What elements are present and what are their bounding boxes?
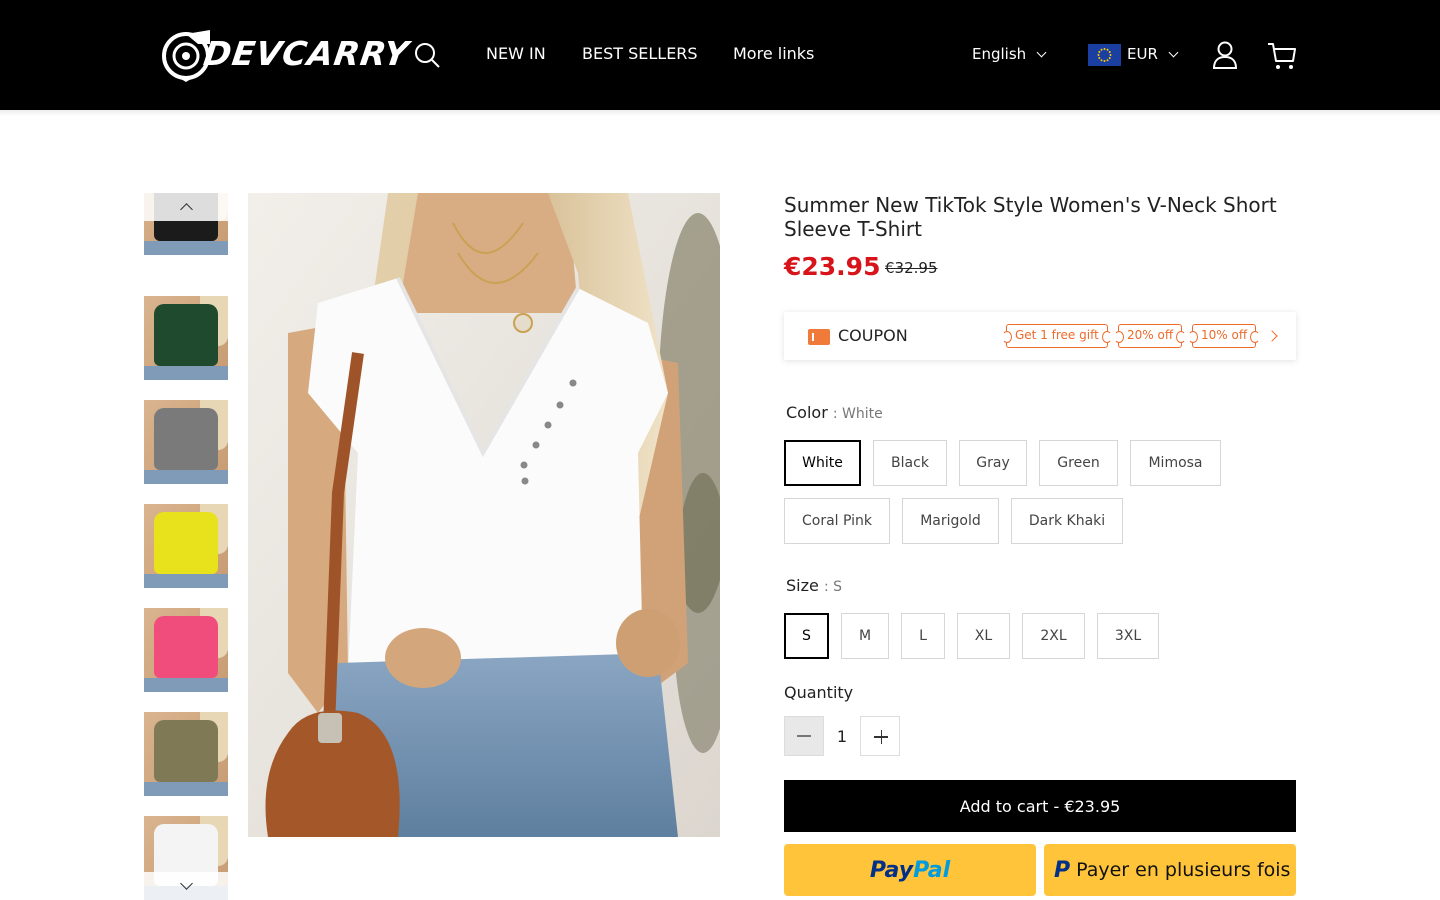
coupon-label: COUPON [838, 326, 908, 345]
quantity-label: Quantity [784, 683, 854, 702]
coupon-tag[interactable]: 10% off [1187, 324, 1261, 348]
quantity-decrease-button[interactable] [784, 716, 824, 756]
product-title: Summer New TikTok Style Women's V-Neck S… [784, 193, 1277, 241]
user-icon[interactable] [1212, 41, 1238, 69]
thumbnail-up-button[interactable] [144, 193, 228, 221]
chevron-down-icon [1168, 47, 1179, 58]
paypal-paylater-button[interactable]: P Payer en plusieurs fois [1044, 844, 1296, 896]
color-option-coral-pink[interactable]: Coral Pink [784, 498, 890, 544]
coupon-icon [808, 329, 830, 345]
size-option-s[interactable]: S [784, 613, 829, 659]
size-option-2xl[interactable]: 2XL [1022, 613, 1085, 659]
size-option-label: Size : S [786, 576, 842, 595]
product-old-price: €32.95 [885, 259, 938, 277]
color-option-mimosa[interactable]: Mimosa [1130, 440, 1221, 486]
color-option-black[interactable]: Black [873, 440, 947, 486]
language-selector[interactable]: English [972, 45, 1047, 63]
minus-icon [797, 735, 811, 737]
thumbnail-down-button[interactable] [144, 872, 228, 900]
color-label: Color [786, 403, 828, 422]
quantity-increase-button[interactable] [860, 716, 900, 756]
chevron-right-icon[interactable] [1266, 330, 1278, 342]
language-label: English [972, 45, 1027, 63]
currency-selector[interactable]: EUR [1127, 45, 1179, 63]
eu-flag-icon [1088, 44, 1121, 66]
size-selected-value: : S [823, 579, 842, 595]
search-icon[interactable] [414, 42, 440, 68]
header-shadow [0, 110, 1440, 116]
nav-best-sellers[interactable]: BEST SELLERS [582, 44, 698, 63]
chevron-up-icon [179, 203, 193, 216]
cart-icon[interactable] [1267, 42, 1297, 70]
product-price: €23.95 [784, 252, 881, 281]
coupon-tag[interactable]: Get 1 free gift [1002, 324, 1112, 348]
size-label: Size [786, 576, 819, 595]
chevron-down-icon [179, 877, 193, 890]
logo-text: DEVCARRY [201, 34, 412, 73]
color-selected-value: : White [832, 406, 883, 422]
product-thumbnail[interactable] [144, 504, 228, 588]
quantity-input[interactable]: 1 [826, 716, 858, 756]
product-thumbnail[interactable] [144, 608, 228, 692]
color-option-dark-khaki[interactable]: Dark Khaki [1011, 498, 1123, 544]
product-thumbnail[interactable] [144, 712, 228, 796]
thumbnail-list[interactable] [144, 193, 228, 900]
add-to-cart-button[interactable]: Add to cart - €23.95 [784, 780, 1296, 832]
chevron-down-icon [1036, 47, 1047, 58]
color-option-green[interactable]: Green [1039, 440, 1118, 486]
color-option-marigold[interactable]: Marigold [902, 498, 999, 544]
size-option-xl[interactable]: XL [957, 613, 1010, 659]
site-header: DEVCARRY NEW IN BEST SELLERS More links … [0, 0, 1440, 110]
paypal-button[interactable]: Pay Pal [784, 844, 1036, 896]
devcarry-logo[interactable]: DEVCARRY [158, 20, 412, 86]
product-thumbnail[interactable] [144, 400, 228, 484]
paypal-p-icon: P [1054, 857, 1071, 883]
coupon-tag[interactable]: 20% off [1113, 324, 1187, 348]
product-photo [248, 193, 720, 837]
nav-new-in[interactable]: NEW IN [486, 44, 546, 63]
size-option-3xl[interactable]: 3XL [1097, 613, 1159, 659]
paypal-logo-part2: Pal [913, 857, 951, 883]
nav-more-links[interactable]: More links [733, 44, 814, 63]
coupon-bar[interactable]: COUPON Get 1 free gift 20% off 10% off [784, 312, 1296, 360]
size-option-l[interactable]: L [901, 613, 945, 659]
color-option-gray[interactable]: Gray [959, 440, 1027, 486]
paypal-logo-part1: Pay [869, 857, 914, 883]
product-main-image[interactable] [248, 193, 720, 837]
paylater-label: Payer en plusieurs fois [1076, 859, 1291, 881]
size-option-m[interactable]: M [841, 613, 889, 659]
product-thumbnail[interactable] [144, 296, 228, 380]
color-option-white[interactable]: White [784, 440, 861, 486]
currency-label: EUR [1127, 45, 1158, 63]
color-option-label: Color : White [786, 403, 883, 422]
